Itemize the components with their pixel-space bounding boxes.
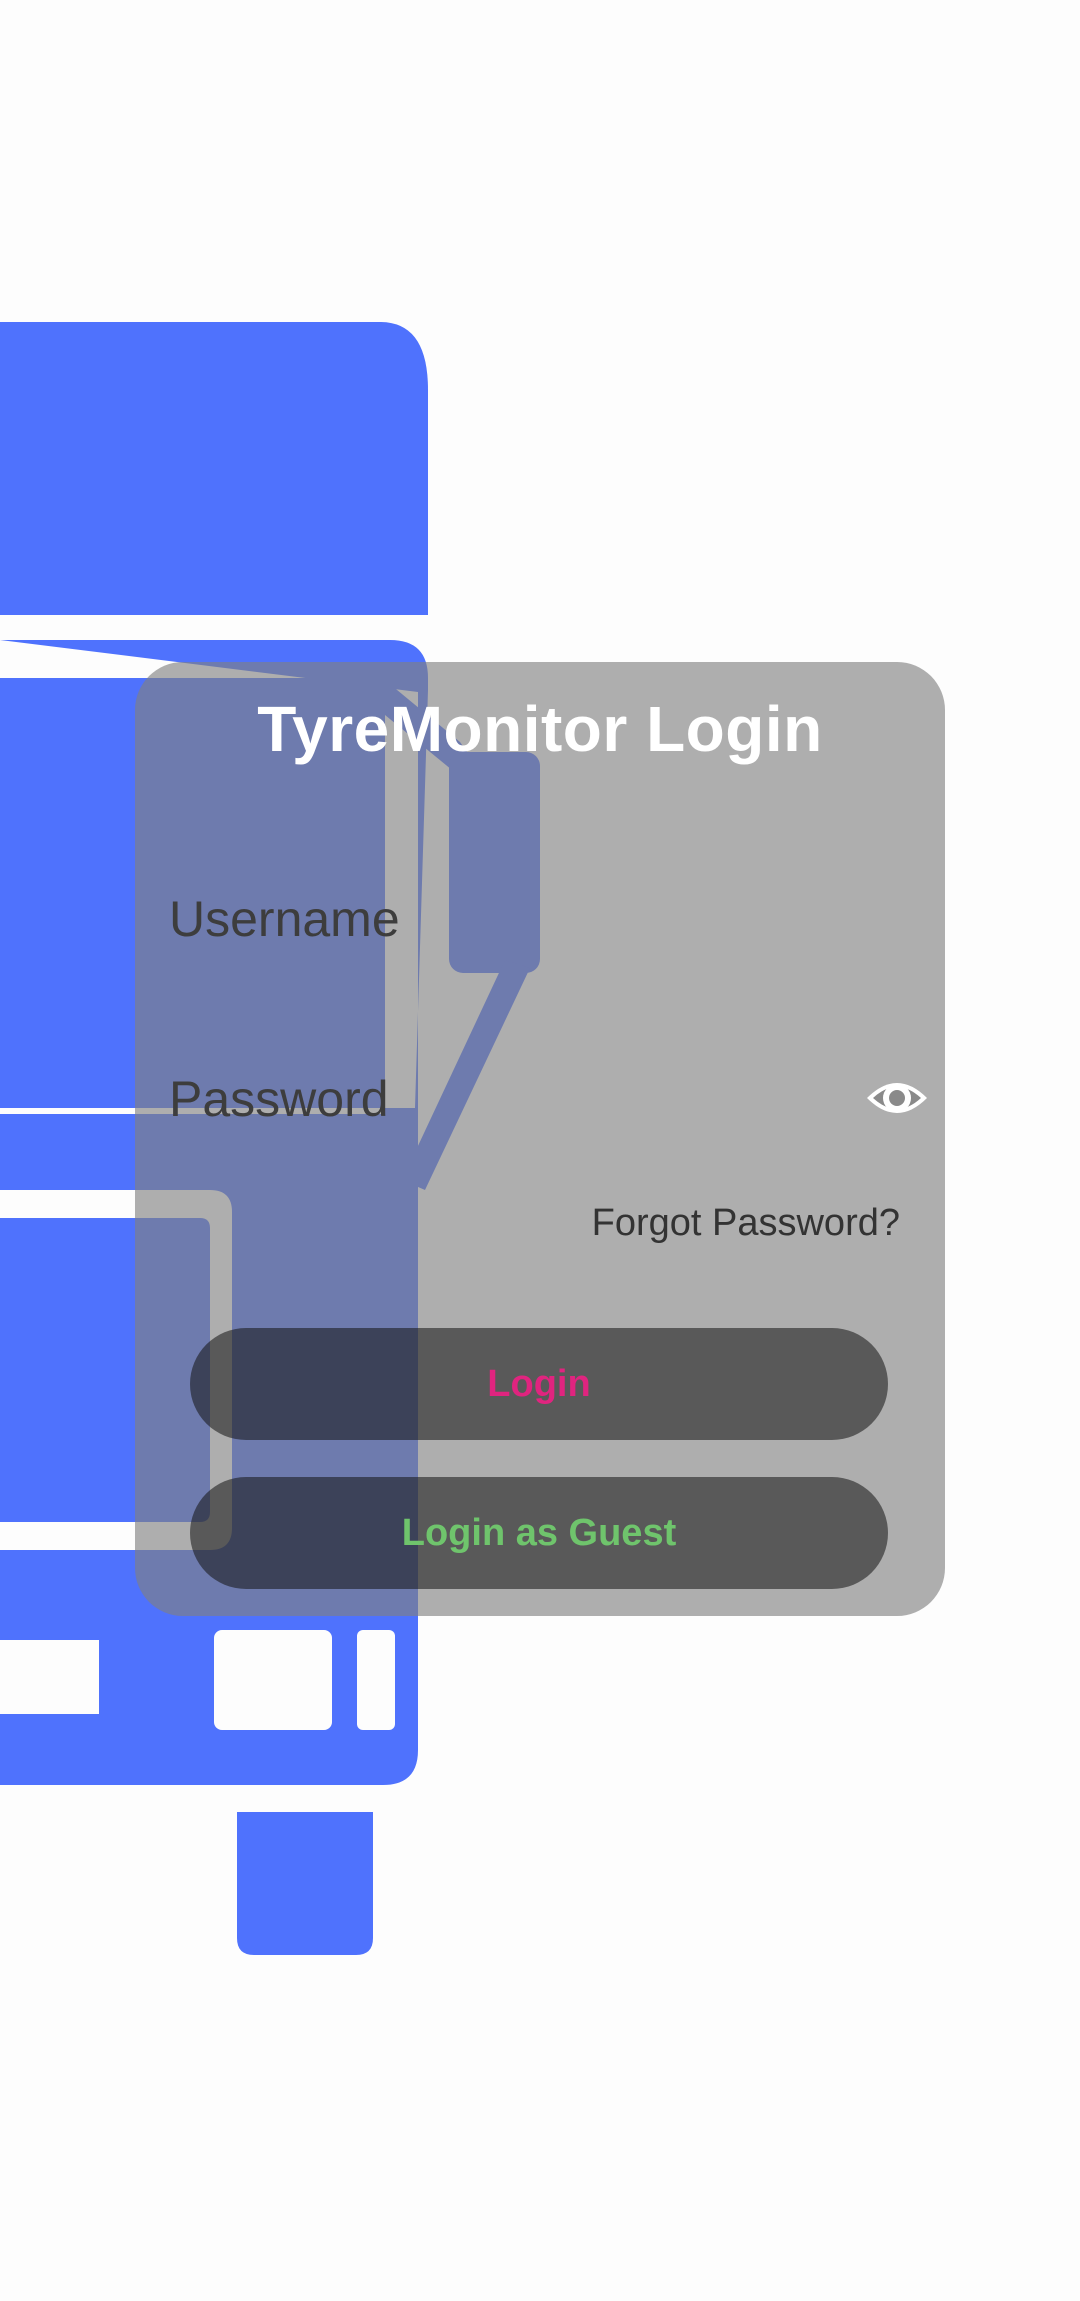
login-button[interactable]: Login [190,1328,888,1440]
login-screen: TyreMonitor Login Username Password Forg… [0,0,1080,2301]
login-title: TyreMonitor Login [257,693,823,765]
eye-icon[interactable] [865,1074,929,1122]
login-as-guest-button[interactable]: Login as Guest [190,1477,888,1589]
login-card: TyreMonitor Login Username Password Forg… [135,662,945,1616]
password-field[interactable]: Password [169,1052,929,1152]
username-field[interactable]: Username [169,872,929,972]
username-placeholder: Username [169,891,400,947]
password-placeholder: Password [169,1071,389,1127]
forgot-password-link[interactable]: Forgot Password? [592,1202,900,1245]
